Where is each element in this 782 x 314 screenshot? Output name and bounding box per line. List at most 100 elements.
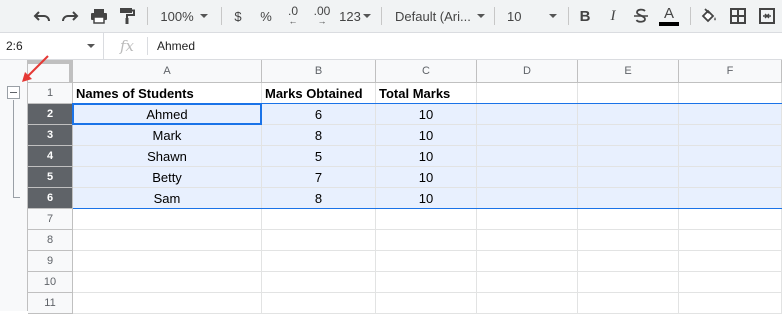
- toolbar-divider: [147, 7, 148, 25]
- cell-d4[interactable]: [477, 146, 578, 167]
- cell-f4[interactable]: [679, 146, 782, 167]
- column-header-a[interactable]: A: [73, 60, 262, 83]
- cell-e1[interactable]: [578, 83, 679, 104]
- font-family-select[interactable]: Default (Ari...: [390, 3, 485, 29]
- row-header-9[interactable]: 9: [28, 251, 73, 272]
- cell-a10[interactable]: [73, 272, 262, 293]
- font-size-select[interactable]: 10: [503, 3, 561, 29]
- print-icon[interactable]: [87, 3, 111, 29]
- column-header-b[interactable]: B: [262, 60, 376, 83]
- row-header-4[interactable]: 4: [28, 146, 73, 167]
- row-header-7[interactable]: 7: [28, 209, 73, 230]
- cell-e8[interactable]: [578, 230, 679, 251]
- column-header-c[interactable]: C: [376, 60, 477, 83]
- cell-a9[interactable]: [73, 251, 262, 272]
- row-header-5[interactable]: 5: [28, 167, 73, 188]
- percent-format-button[interactable]: %: [256, 3, 276, 29]
- cell-e7[interactable]: [578, 209, 679, 230]
- row-header-3[interactable]: 3: [28, 125, 73, 146]
- cell-a3[interactable]: Mark: [73, 125, 262, 146]
- cell-c2[interactable]: 10: [376, 104, 477, 125]
- text-color-button[interactable]: A: [657, 3, 681, 29]
- row-header-10[interactable]: 10: [28, 272, 73, 293]
- cell-a7[interactable]: [73, 209, 262, 230]
- cell-a1[interactable]: Names of Students: [73, 83, 262, 104]
- cell-c5[interactable]: 10: [376, 167, 477, 188]
- row-header-8[interactable]: 8: [28, 230, 73, 251]
- merge-cells-icon[interactable]: [756, 3, 778, 29]
- cell-a4[interactable]: Shawn: [73, 146, 262, 167]
- fill-color-icon[interactable]: [698, 3, 720, 29]
- cell-d10[interactable]: [477, 272, 578, 293]
- cell-f10[interactable]: [679, 272, 782, 293]
- cell-b10[interactable]: [262, 272, 376, 293]
- cell-c9[interactable]: [376, 251, 477, 272]
- cell-b6[interactable]: 8: [262, 188, 376, 209]
- cell-b1[interactable]: Marks Obtained: [262, 83, 376, 104]
- cell-c4[interactable]: 10: [376, 146, 477, 167]
- zoom-select[interactable]: 100%: [155, 3, 213, 29]
- cell-f5[interactable]: [679, 167, 782, 188]
- cell-c6[interactable]: 10: [376, 188, 477, 209]
- cell-b2[interactable]: 6: [262, 104, 376, 125]
- cell-f6[interactable]: [679, 188, 782, 209]
- increase-decimal-button[interactable]: .00 →: [309, 3, 335, 29]
- cell-c3[interactable]: 10: [376, 125, 477, 146]
- cell-f8[interactable]: [679, 230, 782, 251]
- cell-f7[interactable]: [679, 209, 782, 230]
- more-formats-select[interactable]: 123: [338, 3, 372, 29]
- decrease-decimal-button[interactable]: .0 ←: [281, 3, 305, 29]
- cell-d6[interactable]: [477, 188, 578, 209]
- cell-e6[interactable]: [578, 188, 679, 209]
- cell-d8[interactable]: [477, 230, 578, 251]
- cell-c8[interactable]: [376, 230, 477, 251]
- cell-b8[interactable]: [262, 230, 376, 251]
- cell-d9[interactable]: [477, 251, 578, 272]
- cell-c7[interactable]: [376, 209, 477, 230]
- cell-b9[interactable]: [262, 251, 376, 272]
- borders-icon[interactable]: [727, 3, 749, 29]
- cell-b7[interactable]: [262, 209, 376, 230]
- cell-d3[interactable]: [477, 125, 578, 146]
- cell-f1[interactable]: [679, 83, 782, 104]
- cell-e5[interactable]: [578, 167, 679, 188]
- toolbar-divider: [568, 7, 569, 25]
- cell-e3[interactable]: [578, 125, 679, 146]
- row-header-2[interactable]: 2: [28, 104, 73, 125]
- paint-format-icon[interactable]: [115, 3, 139, 29]
- increase-decimal-label: .00: [313, 4, 331, 18]
- strikethrough-icon[interactable]: [630, 3, 652, 29]
- row-header-6[interactable]: 6: [28, 188, 73, 209]
- cell-e4[interactable]: [578, 146, 679, 167]
- cell-c1[interactable]: Total Marks: [376, 83, 477, 104]
- arrow-right-icon: →: [317, 16, 327, 26]
- cell-e9[interactable]: [578, 251, 679, 272]
- cell-f2[interactable]: [679, 104, 782, 125]
- cell-d1[interactable]: [477, 83, 578, 104]
- fx-icon: fx: [119, 37, 134, 55]
- currency-format-button[interactable]: $: [228, 3, 248, 29]
- cell-b4[interactable]: 5: [262, 146, 376, 167]
- cell-d2[interactable]: [477, 104, 578, 125]
- cell-a8[interactable]: [73, 230, 262, 251]
- cell-c10[interactable]: [376, 272, 477, 293]
- column-header-f[interactable]: F: [679, 60, 782, 83]
- cell-e10[interactable]: [578, 272, 679, 293]
- italic-button[interactable]: I: [602, 3, 624, 29]
- cell-d5[interactable]: [477, 167, 578, 188]
- bold-button[interactable]: B: [574, 3, 596, 29]
- column-header-e[interactable]: E: [578, 60, 679, 83]
- cell-b3[interactable]: 8: [262, 125, 376, 146]
- cell-b5[interactable]: 7: [262, 167, 376, 188]
- formula-input[interactable]: Ahmed: [157, 33, 195, 59]
- column-header-d[interactable]: D: [477, 60, 578, 83]
- chevron-down-icon: [87, 44, 95, 48]
- cell-a2[interactable]: Ahmed: [73, 104, 262, 125]
- cell-f3[interactable]: [679, 125, 782, 146]
- cell-f9[interactable]: [679, 251, 782, 272]
- cell-a6[interactable]: Sam: [73, 188, 262, 209]
- cell-d7[interactable]: [477, 209, 578, 230]
- cell-a5[interactable]: Betty: [73, 167, 262, 188]
- cell-e2[interactable]: [578, 104, 679, 125]
- toolbar-divider: [381, 7, 382, 25]
